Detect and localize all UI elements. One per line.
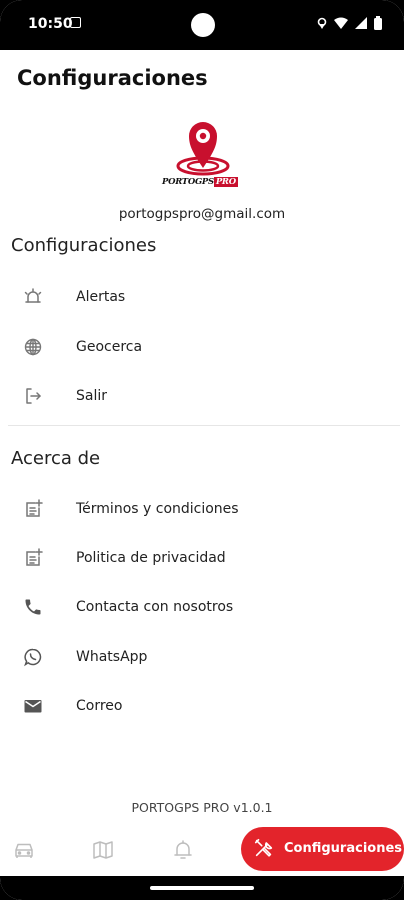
camera-cutout	[191, 13, 215, 37]
settings-section-title: Configuraciones	[11, 235, 157, 256]
app-screen: 10:50 Configuraciones PORTOGPS PRO portog…	[0, 0, 404, 900]
whatsapp-icon	[22, 646, 44, 668]
account-email: portogpspro@gmail.com	[118, 206, 286, 222]
menu-item-label: Salir	[76, 388, 108, 404]
brand-wordmark-badge: PRO	[213, 177, 238, 187]
menu-item-alertas[interactable]: Alertas	[0, 277, 404, 317]
logout-icon	[22, 385, 44, 407]
menu-item-label: Términos y condiciones	[76, 501, 239, 517]
document-add-icon	[22, 547, 44, 569]
location-icon	[317, 17, 327, 29]
nav-tab-label: Configuraciones	[284, 841, 403, 856]
nav-tab-configuraciones[interactable]: Configuraciones	[241, 827, 404, 871]
menu-item-privacidad[interactable]: Politica de privacidad	[0, 538, 404, 578]
status-time: 10:50	[28, 16, 73, 32]
brand-logo: PORTOGPS PRO	[162, 117, 244, 191]
car-icon[interactable]	[12, 838, 36, 862]
menu-item-label: Contacta con nosotros	[76, 599, 234, 615]
document-add-icon	[22, 498, 44, 520]
alarm-icon	[22, 286, 44, 308]
menu-item-label: Alertas	[76, 289, 126, 305]
status-icons	[317, 16, 382, 30]
gesture-navigation-bar	[0, 876, 404, 900]
gesture-handle[interactable]	[150, 886, 254, 890]
globe-grid-icon	[22, 336, 44, 358]
menu-item-terminos[interactable]: Términos y condiciones	[0, 489, 404, 529]
notification-icon	[70, 17, 81, 28]
menu-item-correo[interactable]: Correo	[0, 686, 404, 726]
tools-icon	[253, 837, 275, 863]
menu-item-whatsapp[interactable]: WhatsApp	[0, 637, 404, 677]
about-section-title: Acerca de	[11, 448, 101, 469]
menu-item-salir[interactable]: Salir	[0, 376, 404, 416]
phone-icon	[22, 596, 44, 618]
menu-item-label: Politica de privacidad	[76, 550, 226, 566]
menu-item-contacto[interactable]: Contacta con nosotros	[0, 587, 404, 627]
brand-wordmark-text: PORTOGPS	[162, 177, 214, 187]
map-icon[interactable]	[91, 838, 115, 862]
menu-item-label: WhatsApp	[76, 649, 148, 665]
battery-icon	[374, 16, 382, 30]
section-divider	[8, 425, 400, 426]
signal-icon	[355, 17, 367, 29]
mail-icon	[22, 695, 44, 717]
menu-item-label: Correo	[76, 698, 123, 714]
wifi-icon	[334, 17, 348, 29]
menu-item-label: Geocerca	[76, 339, 143, 355]
brand-wordmark: PORTOGPS PRO	[162, 177, 238, 187]
page-title: Configuraciones	[17, 66, 208, 90]
map-pin-icon	[176, 122, 230, 176]
app-version: PORTOGPS PRO v1.0.1	[131, 800, 273, 815]
status-bar: 10:50	[0, 0, 404, 50]
menu-item-geocerca[interactable]: Geocerca	[0, 327, 404, 367]
bell-icon[interactable]	[171, 838, 195, 862]
